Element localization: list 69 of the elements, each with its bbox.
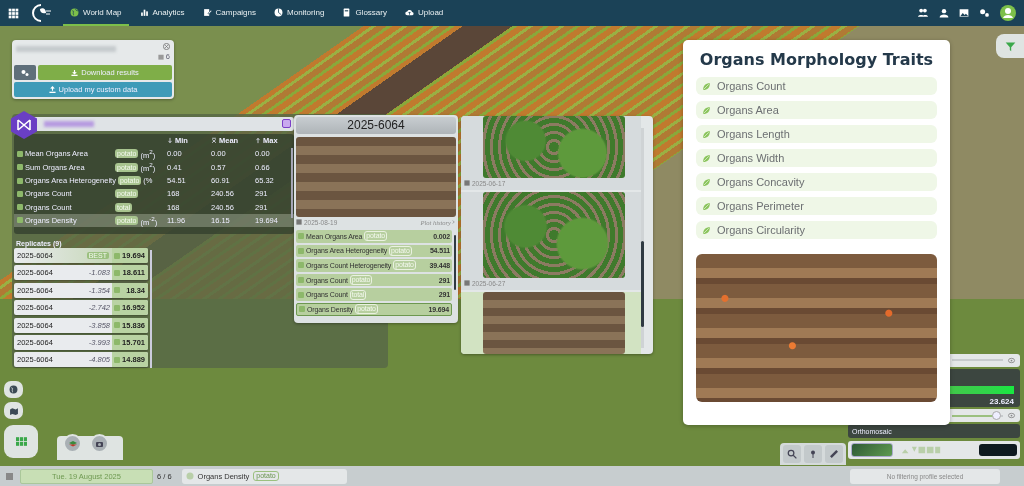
trait-icon <box>114 269 120 276</box>
trait-icon <box>114 252 120 259</box>
trait-item[interactable]: Organs Length <box>696 125 937 143</box>
search-button[interactable] <box>783 445 801 463</box>
grid-view-button[interactable] <box>4 425 38 458</box>
panel-title: Organs Morphology Traits <box>698 50 935 69</box>
nav-tab[interactable]: Monitoring <box>267 0 332 26</box>
ruler-icon <box>829 449 839 459</box>
settings-button[interactable] <box>14 65 36 80</box>
3d-view-button[interactable] <box>63 434 82 453</box>
gears-icon <box>20 68 30 77</box>
trait-icon <box>114 356 120 363</box>
history-item[interactable] <box>461 292 641 354</box>
satellite-basemap-thumbnail[interactable] <box>851 443 893 457</box>
image-icon[interactable] <box>959 8 969 18</box>
trait-item[interactable]: Organs Width <box>696 149 937 167</box>
trait-item[interactable]: Organs Concavity <box>696 173 937 191</box>
cloud-icon <box>404 7 414 17</box>
trait-icon <box>114 304 120 311</box>
chart-icon <box>139 7 149 17</box>
filter-icon <box>1004 40 1016 52</box>
image-icon <box>464 280 470 286</box>
grid-icon <box>15 437 27 446</box>
plot-title: 2025-6064 <box>296 117 456 134</box>
nav-tab[interactable]: Glossary <box>335 0 394 26</box>
pin-icon <box>809 449 817 459</box>
v-badge <box>282 119 291 128</box>
legend-max-value: 23.624 <box>989 397 1014 406</box>
trait-item[interactable]: Organs Count <box>696 77 937 95</box>
dark-basemap-thumbnail[interactable] <box>979 444 1017 456</box>
user-upload-icon[interactable] <box>939 8 949 18</box>
trait-item[interactable]: Organs Perimeter <box>696 197 937 215</box>
user-avatar-icon[interactable] <box>1000 5 1016 21</box>
ruler-button[interactable] <box>825 445 843 463</box>
download-icon <box>71 69 79 76</box>
image-icon <box>464 180 470 186</box>
users-icon[interactable] <box>917 8 929 18</box>
apps-grid-icon[interactable] <box>8 7 19 19</box>
nav-tab[interactable]: Analytics <box>132 0 192 26</box>
upload-icon <box>48 86 56 93</box>
gears-icon[interactable] <box>979 8 990 18</box>
leaf-logo-icon[interactable] <box>31 3 53 23</box>
trait-icon <box>114 287 120 294</box>
book-icon <box>342 7 352 17</box>
globe-icon <box>70 7 79 17</box>
sort-mean-icon <box>211 137 217 145</box>
nav-tab[interactable]: Upload <box>397 0 451 26</box>
trait-icon <box>299 306 305 313</box>
slider-thumb[interactable] <box>991 411 1001 420</box>
layers-icon <box>67 439 78 448</box>
camera-icon <box>95 439 104 448</box>
trait-item[interactable]: Organs Area <box>696 101 937 119</box>
clipboard-icon <box>202 7 212 17</box>
trait-item[interactable]: Organs Circularity <box>696 221 937 239</box>
trait-icon <box>114 322 120 329</box>
pin-button[interactable] <box>804 445 822 463</box>
scrollbar-thumb[interactable] <box>641 241 644 327</box>
nav-tab[interactable]: Campaigns <box>195 0 263 26</box>
sort-up-icon <box>255 137 261 145</box>
sort-down-icon <box>167 137 173 145</box>
opacity-slider[interactable] <box>952 411 1003 420</box>
trait-icon <box>114 339 120 346</box>
pie-icon <box>274 7 283 17</box>
trait-icon <box>298 262 304 269</box>
filter-button[interactable] <box>996 34 1024 58</box>
search-icon <box>787 449 797 459</box>
camera-button[interactable] <box>90 434 109 453</box>
globe-icon <box>9 385 18 394</box>
image-icon <box>296 219 302 225</box>
